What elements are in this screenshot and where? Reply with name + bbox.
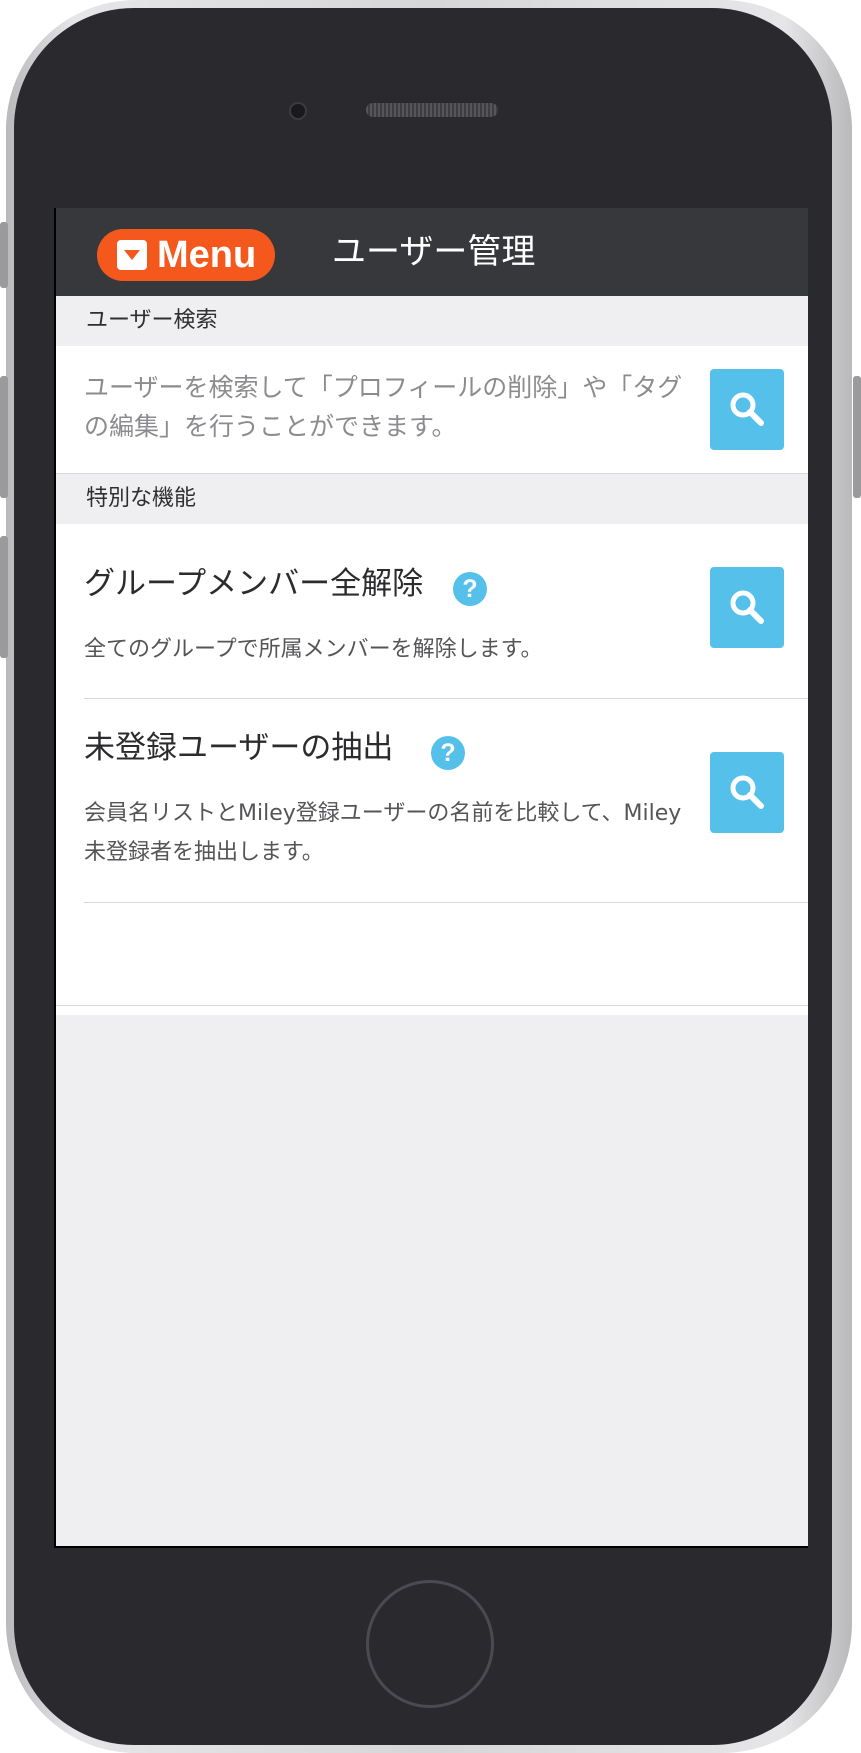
user-search-panel: ユーザーを検索して「プロフィールの削除」や「タグの編集」を行うことができます。	[56, 346, 808, 473]
app-header: Menu ユーザー管理	[56, 208, 808, 296]
feature-description: 会員名リストとMiley登録ユーザーの名前を比較して、Miley未登録者を抽出し…	[84, 801, 682, 865]
mute-switch	[0, 222, 8, 288]
menu-button[interactable]: Menu	[97, 229, 275, 281]
search-icon	[730, 775, 764, 809]
feature-title-clear-members: グループメンバー全解除	[84, 566, 424, 602]
divider	[56, 1005, 808, 1006]
user-search-description: ユーザーを検索して「プロフィールの削除」や「タグの編集」を行うことができます。	[84, 373, 683, 441]
power-button	[853, 376, 861, 498]
clear-members-button[interactable]	[710, 567, 784, 648]
feature-title-extract-unregistered: 未登録ユーザーの抽出	[84, 730, 394, 766]
special-features-panel: グループメンバー全解除 ? 全てのグループで所属メンバーを解除します。 未登録ユ…	[56, 524, 808, 1015]
page-title: ユーザー管理	[332, 232, 536, 272]
earpiece-speaker	[366, 103, 498, 117]
home-button[interactable]	[366, 1580, 494, 1708]
feature-description: 全てのグループで所属メンバーを解除します。	[84, 637, 543, 662]
chevron-down-square-icon	[117, 240, 147, 270]
help-icon[interactable]: ?	[453, 572, 487, 606]
front-camera	[289, 102, 307, 120]
search-icon	[730, 590, 764, 624]
divider	[84, 902, 808, 903]
section-header-special: 特別な機能	[56, 474, 808, 524]
help-icon[interactable]: ?	[431, 736, 465, 770]
volume-up-button	[0, 376, 8, 498]
app-screen: Menu ユーザー管理 ユーザー検索 ユーザーを検索して「プロフィールの削除」や…	[54, 208, 808, 1548]
search-icon	[730, 392, 764, 426]
volume-down-button	[0, 536, 8, 658]
section-header-user-search: ユーザー検索	[56, 296, 808, 346]
menu-label: Menu	[157, 234, 257, 276]
user-search-button[interactable]	[710, 369, 784, 450]
extract-unregistered-button[interactable]	[710, 752, 784, 833]
divider	[84, 698, 808, 699]
